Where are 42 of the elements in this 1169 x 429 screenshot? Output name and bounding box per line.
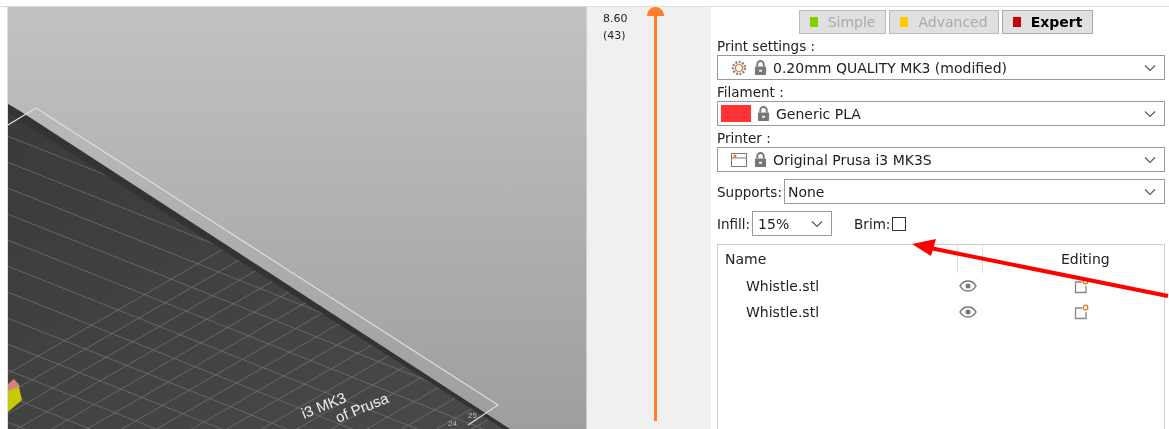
brim-label: Brim: xyxy=(854,215,891,232)
infill-value: 15% xyxy=(758,215,791,232)
chevron-icon xyxy=(1144,187,1156,196)
chevron-icon xyxy=(1144,155,1156,164)
infill-dropdown[interactable]: 15% xyxy=(752,211,833,236)
eye-icon[interactable] xyxy=(959,280,977,292)
preset-label: Printer : xyxy=(717,130,772,147)
supports-label: Supports: xyxy=(717,183,782,200)
bed-label: 24 xyxy=(448,419,457,428)
printer-icon xyxy=(730,150,748,169)
model-object[interactable] xyxy=(8,379,22,412)
lock-icon xyxy=(754,151,767,168)
preset-value: Original Prusa i3 MK3S xyxy=(773,151,933,168)
preset-label: Filament : xyxy=(717,84,785,101)
chevron-icon xyxy=(1144,63,1156,72)
edit-icon[interactable] xyxy=(1073,304,1089,320)
bed-label: 25 xyxy=(468,411,477,420)
preset-dropdown[interactable]: Generic PLA xyxy=(717,101,1165,126)
bed-viewport[interactable]: i3 MK3 of Prusa 24 25 xyxy=(8,7,586,429)
mode-button[interactable]: Expert xyxy=(1001,10,1094,34)
edit-icon[interactable] xyxy=(1073,278,1089,294)
layer-number: (43) xyxy=(603,28,627,44)
preset-value: 0.20mm QUALITY MK3 (modified) xyxy=(773,59,1009,76)
lock-icon xyxy=(754,59,767,76)
object-name[interactable]: Whistle.stl xyxy=(718,278,959,294)
infill-label: Infill: xyxy=(717,215,751,232)
preset-dropdown[interactable]: 0.20mm QUALITY MK3 (modified) xyxy=(717,55,1165,80)
brim-checkbox[interactable] xyxy=(892,216,907,231)
supports-value: None xyxy=(787,183,826,200)
preset-value: Generic PLA xyxy=(776,105,862,122)
eye-icon[interactable] xyxy=(959,306,977,318)
column-header[interactable]: Editing xyxy=(982,245,1110,273)
layer-height: 8.60 xyxy=(603,11,629,27)
lock-icon xyxy=(757,105,770,122)
chevron-icon xyxy=(811,219,824,228)
layer-slider[interactable] xyxy=(647,7,664,421)
object-name[interactable]: Whistle.stl xyxy=(718,304,959,320)
chevron-icon xyxy=(1144,109,1156,118)
preset-dropdown[interactable]: Original Prusa i3 MK3S xyxy=(717,147,1165,172)
gear-icon xyxy=(730,58,748,77)
preset-label: Print settings : xyxy=(717,38,817,55)
supports-dropdown[interactable]: None xyxy=(783,179,1165,204)
